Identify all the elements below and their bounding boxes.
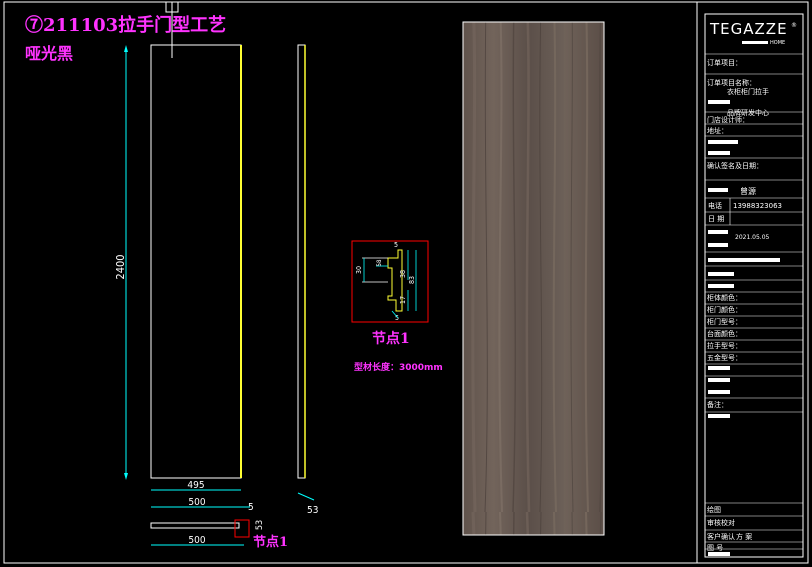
drawing-title: ⑦211103拉手门型工艺 [25, 15, 227, 36]
footer-check-label: 审核校对 [707, 519, 735, 527]
customer-value: 曾源 [740, 187, 756, 196]
redacted-bar-12 [708, 390, 730, 394]
redacted-bar-6 [708, 243, 728, 247]
door-bottom-section [150, 522, 240, 529]
cad-drawing-canvas: 2400 495 500 5 53 500 53 节点1 30 38 83 58… [3, 1, 809, 564]
designer-label: 门店设计师： [707, 116, 749, 124]
node-dim-30: 30 [355, 266, 363, 274]
spec-row-3: 柜门型号： [707, 318, 742, 326]
bottom-node-label: 节点1 [253, 534, 288, 550]
spec-row-5: 拉手型号： [707, 342, 742, 350]
outer-width-dim-text: 500 [188, 497, 205, 508]
redacted-bar-11 [708, 378, 730, 382]
redacted-bar-4 [708, 188, 728, 192]
brand-logo: TEGAZZE [710, 20, 788, 38]
phone-label: 电话 [708, 202, 722, 210]
finish-subtitle: 哑光黑 [25, 44, 74, 63]
wood-finish-swatch [462, 21, 605, 536]
redacted-bar-1 [708, 100, 730, 104]
bottom-width-dim-text: 500 [188, 535, 205, 546]
footer-client-label: 客户确认 [707, 533, 735, 541]
confirm-label: 确认签名及日期： [707, 162, 763, 170]
redacted-bar-5 [708, 230, 728, 234]
redacted-bar-8 [708, 272, 734, 276]
redacted-bar-2 [708, 140, 738, 144]
node-dim-58: 58 [376, 259, 383, 266]
brand-sub: HOME [770, 40, 786, 46]
project-label: 订单项目： [707, 59, 742, 67]
footer-number-label: 图 号 [707, 544, 724, 552]
product-label: 订单项目名称： [707, 79, 756, 87]
height-dim-arrow-top [124, 45, 128, 52]
spec-row-1: 柜体颜色： [707, 294, 742, 302]
redacted-bar-7 [708, 258, 780, 262]
spec-row-6: 五金型号： [707, 354, 742, 362]
brand-sub-bar [742, 41, 768, 44]
height-dim-text: 2400 [114, 254, 127, 279]
registered-mark: ® [791, 22, 797, 29]
door-front-view [150, 44, 242, 479]
node-dim-17: 17 [399, 296, 407, 304]
node-dim-top: 5 [394, 241, 398, 249]
node-detail-frame [351, 240, 429, 323]
bottom-depth-text: 53 [255, 520, 265, 530]
date-label: 日 期 [708, 215, 725, 223]
redacted-bar-13 [708, 414, 730, 418]
redacted-bar-14 [708, 552, 730, 556]
date-value: 2021.05.05 [735, 234, 770, 241]
redacted-bar-10 [708, 366, 730, 370]
spec-row-2: 柜门颜色： [707, 306, 742, 314]
profile-length-note: 型材长度：3000mm [354, 361, 443, 373]
gap-dim-text: 5 [248, 502, 254, 513]
inner-width-dim-text: 495 [187, 480, 204, 491]
redacted-bar-9 [708, 284, 734, 288]
redacted-bar-3 [708, 151, 730, 155]
product-value: 衣柜柜门拉手 [727, 88, 769, 96]
spec-row-4: 台面颜色： [707, 330, 742, 338]
side-depth-leader [297, 492, 315, 501]
footer-value: 方 案 [736, 533, 753, 541]
node-dim-83: 83 [408, 276, 416, 284]
footer-draw-label: 绘图 [707, 506, 721, 514]
door-side-view [297, 44, 306, 479]
phone-value: 13988323063 [733, 202, 782, 210]
address-label: 地址： [707, 127, 728, 135]
side-depth-text: 53 [307, 505, 318, 516]
node-dim-38: 38 [399, 270, 407, 278]
drawing-frame [3, 1, 809, 564]
height-dim-arrow-bottom [124, 473, 128, 480]
node-label: 节点1 [372, 330, 410, 347]
spec-row-7: 备注： [707, 401, 728, 409]
